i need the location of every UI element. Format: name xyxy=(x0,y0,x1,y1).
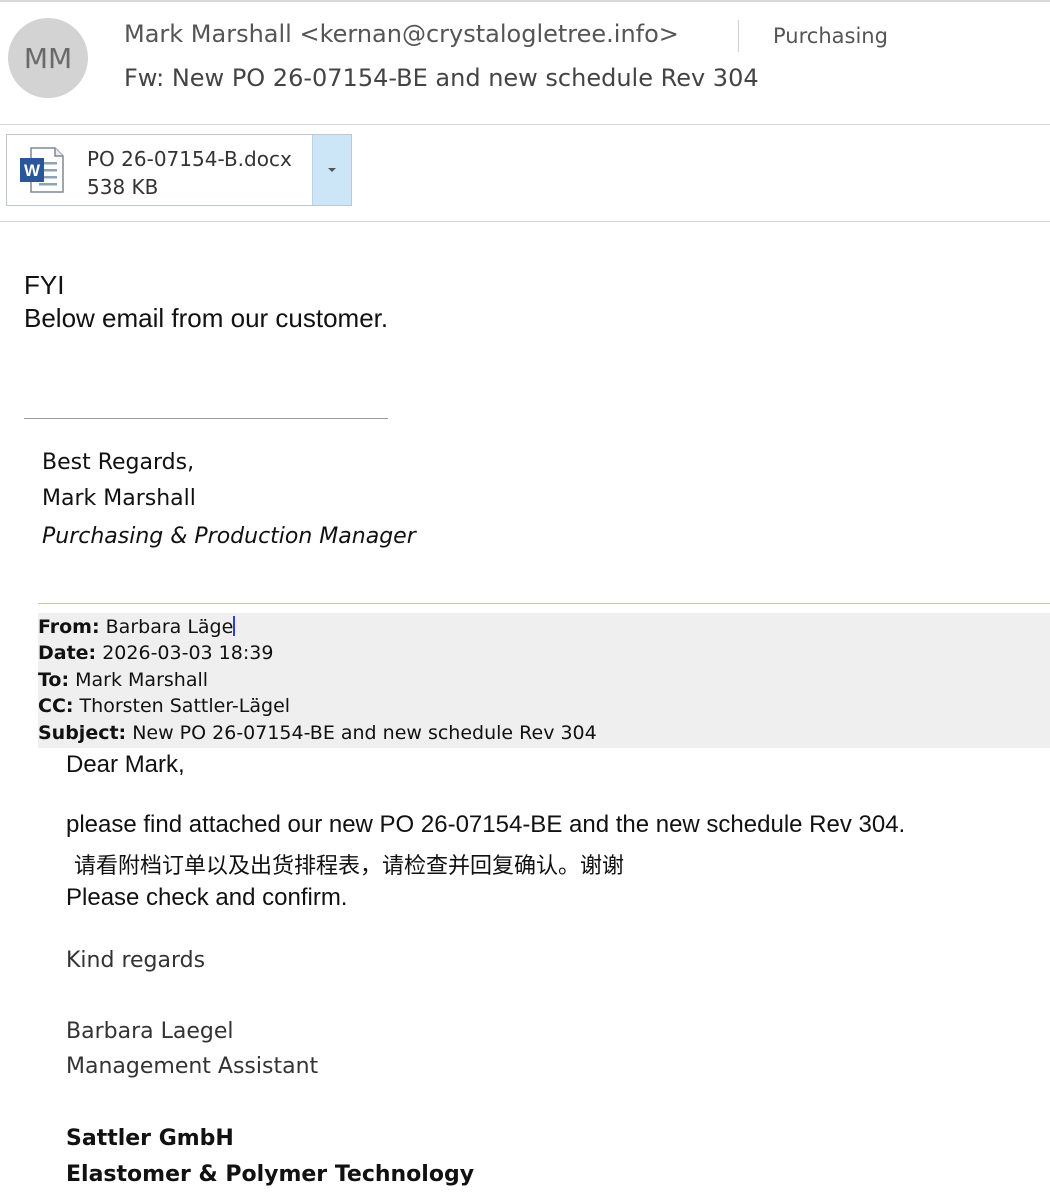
message-sender-name: Barbara Laegel xyxy=(66,1019,234,1044)
window-top-border xyxy=(0,0,1050,2)
message-paragraph-2: Please check and confirm. xyxy=(66,884,348,911)
sender-avatar[interactable]: MM xyxy=(8,18,88,98)
attachment-divider xyxy=(0,221,1050,222)
message-closing: Kind regards xyxy=(66,948,206,973)
header-divider xyxy=(0,124,1050,125)
forward-date-label: Date: xyxy=(38,642,97,664)
signature-rule xyxy=(24,418,388,419)
forward-cc-value[interactable]: Thorsten Sattler-Lägel xyxy=(80,695,290,717)
forward-from-label: From: xyxy=(38,616,100,638)
forward-divider xyxy=(38,603,1050,604)
forward-from: From: Barbara Läge xyxy=(38,616,236,638)
message-paragraph-chinese: 请看附档订单以及出货排程表，请检查并回复确认。谢谢 xyxy=(74,854,625,879)
forward-cc-label: CC: xyxy=(38,695,74,717)
word-icon-letter: W xyxy=(24,161,41,180)
attachment-size: 538 KB xyxy=(87,175,159,199)
forward-to: To: Mark Marshall xyxy=(38,669,208,691)
forward-subject-label: Subject: xyxy=(38,722,127,744)
forward-header: From: Barbara Läge Date: 2026-03-03 18:3… xyxy=(38,613,1050,748)
text-cursor xyxy=(233,616,236,636)
sender-address[interactable]: Mark Marshall <kernan@crystalogletree.in… xyxy=(124,20,679,48)
body-line-fyi: FYI xyxy=(24,270,65,300)
message-greeting: Dear Mark, xyxy=(66,751,185,778)
attachment-card[interactable]: W PO 26-07154-B.docx 538 KB xyxy=(6,134,352,206)
signature-name: Mark Marshall xyxy=(42,486,196,511)
forward-to-value[interactable]: Mark Marshall xyxy=(75,669,208,691)
attachment-filename[interactable]: PO 26-07154-B.docx xyxy=(87,147,292,171)
category-label[interactable]: Purchasing xyxy=(773,24,888,48)
signature-closing: Best Regards, xyxy=(42,450,195,475)
chevron-down-icon xyxy=(328,168,336,172)
forward-cc: CC: Thorsten Sattler-Lägel xyxy=(38,695,290,717)
email-subject: Fw: New PO 26-07154-BE and new schedule … xyxy=(124,64,759,92)
forward-date: Date: 2026-03-03 18:39 xyxy=(38,642,273,664)
header-separator xyxy=(738,20,739,52)
word-document-icon: W xyxy=(17,145,67,195)
message-company-tagline: Elastomer & Polymer Technology xyxy=(66,1162,475,1187)
attachment-dropdown-button[interactable] xyxy=(312,135,351,205)
forward-to-label: To: xyxy=(38,669,70,691)
message-sender-title: Management Assistant xyxy=(66,1054,319,1079)
body-line-intro: Below email from our customer. xyxy=(24,303,389,333)
signature-title: Purchasing & Production Manager xyxy=(42,524,416,549)
forward-subject-value: New PO 26-07154-BE and new schedule Rev … xyxy=(132,722,597,744)
message-paragraph-1: please find attached our new PO 26-07154… xyxy=(66,811,906,838)
forward-subject: Subject: New PO 26-07154-BE and new sche… xyxy=(38,722,597,744)
message-company: Sattler GmbH xyxy=(66,1126,234,1151)
forward-from-value[interactable]: Barbara Läge xyxy=(106,616,234,638)
forward-date-value: 2026-03-03 18:39 xyxy=(102,642,274,664)
